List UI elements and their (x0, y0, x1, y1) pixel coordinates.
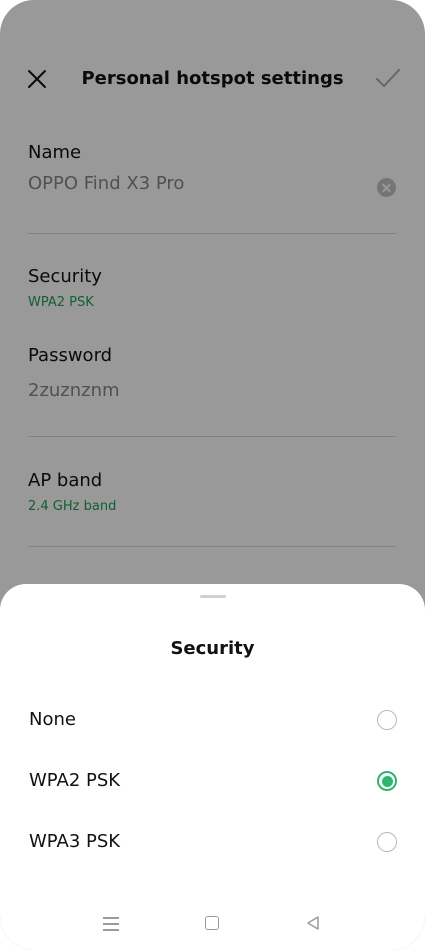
navigation-bar (0, 904, 425, 944)
back-icon[interactable] (305, 915, 321, 931)
radio-button[interactable] (377, 710, 397, 730)
home-icon[interactable] (205, 916, 219, 930)
option-label: None (29, 709, 76, 730)
sheet-title: Security (170, 638, 255, 659)
drag-handle[interactable] (200, 595, 226, 598)
option-wpa2-psk[interactable]: WPA2 PSK (0, 755, 425, 809)
radio-button[interactable] (377, 832, 397, 852)
option-label: WPA3 PSK (29, 831, 121, 852)
radio-button-selected[interactable] (377, 771, 397, 791)
option-wpa3-psk[interactable]: WPA3 PSK (0, 816, 425, 870)
option-none[interactable]: None (0, 694, 425, 748)
security-bottom-sheet: Security None WPA2 PSK WPA3 PSK (0, 584, 425, 950)
phone-screen: 10:00 Personal hotspot settings Name OPP… (0, 0, 425, 950)
menu-icon[interactable] (103, 917, 119, 931)
option-label: WPA2 PSK (29, 770, 121, 791)
